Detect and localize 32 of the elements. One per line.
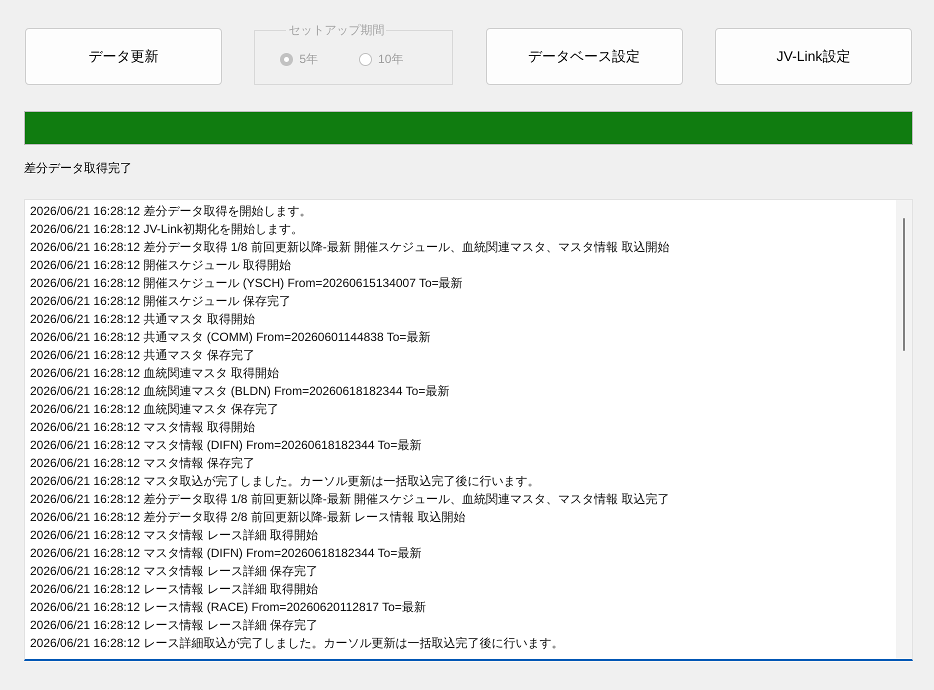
group-title: セットアップ期間 — [287, 22, 386, 38]
log-line: 2026/06/21 16:28:12 マスタ情報 レース詳細 取得開始 — [30, 527, 318, 544]
action-button[interactable]: JV-Link設定 — [714, 28, 912, 85]
log-line: 2026/06/21 16:28:12 差分データ取得 1/8 前回更新以降-最新 開催スケジュール、血統関連マスタ、マスタ情報 取込開始 — [30, 239, 670, 256]
log-line: 2026/06/21 16:28:12 レース詳細取込が完了しました。カーソル更新は一括取込完了後に行います。 — [30, 635, 564, 652]
log-line: 2026/06/21 16:28:12 レース情報 レース詳細 取得開始 — [30, 581, 318, 598]
log-line: 2026/06/21 16:28:12 血統関連マスタ 取得開始 — [30, 365, 279, 382]
log-line: 2026/06/21 16:28:12 共通マスタ (COMM) From=20260601144838 To=最新 — [30, 329, 430, 346]
log-line: 2026/06/21 16:28:12 血統関連マスタ 保存完了 — [30, 401, 279, 418]
log-line: 2026/06/21 16:28:12 差分データ取得 1/8 前回更新以降-最新 開催スケジュール、血統関連マスタ、マスタ情報 取込完了 — [30, 491, 670, 508]
log-line: 2026/06/21 16:28:12 開催スケジュール 取得開始 — [30, 257, 291, 274]
scrollbar-track[interactable] — [896, 200, 912, 659]
log-line: 2026/06/21 16:28:12 マスタ情報 (DIFN) From=20260618182344 To=最新 — [30, 545, 422, 562]
log-line: 2026/06/21 16:28:12 差分データ取得を開始します。 — [30, 203, 312, 220]
scrollbar-thumb[interactable] — [903, 218, 905, 351]
log-line: 2026/06/21 16:28:12 共通マスタ 保存完了 — [30, 347, 255, 364]
action-button[interactable]: データ更新 — [25, 28, 222, 85]
log-line: 2026/06/21 16:28:12 マスタ情報 保存完了 — [30, 455, 255, 472]
log-line: 2026/06/21 16:28:12 マスタ情報 レース詳細 保存完了 — [30, 563, 318, 580]
action-button[interactable]: データベース設定 — [486, 28, 683, 85]
log-line: 2026/06/21 16:28:12 マスタ情報 (DIFN) From=20260618182344 To=最新 — [30, 437, 422, 454]
log-line: 2026/06/21 16:28:12 JV-Link初期化を開始します。 — [30, 221, 303, 238]
log-line: 2026/06/21 16:28:12 血統関連マスタ (BLDN) From=20260618182344 To=最新 — [30, 383, 450, 400]
log-line: 2026/06/21 16:28:12 差分データ取得 2/8 前回更新以降-最新 レース情報 取込開始 — [30, 509, 466, 526]
log-line: 2026/06/21 16:28:12 レース情報 (RACE) From=20260620112817 To=最新 — [30, 599, 426, 616]
log-line: 2026/06/21 16:28:12 マスタ取込が完了しました。カーソル更新は一括取込完了後に行います。 — [30, 473, 540, 490]
log-line: 2026/06/21 16:28:12 レース情報 レース詳細 保存完了 — [30, 617, 318, 634]
log-line: 2026/06/21 16:28:12 開催スケジュール (YSCH) From=20260615134007 To=最新 — [30, 275, 463, 292]
log-line: 2026/06/21 16:28:12 共通マスタ 取得開始 — [30, 311, 255, 328]
log-line: 2026/06/21 16:28:12 マスタ情報 取得開始 — [30, 419, 255, 436]
log-line: 2026/06/21 16:28:12 開催スケジュール 保存完了 — [30, 293, 291, 310]
status-text: 差分データ取得完了 — [24, 160, 132, 176]
